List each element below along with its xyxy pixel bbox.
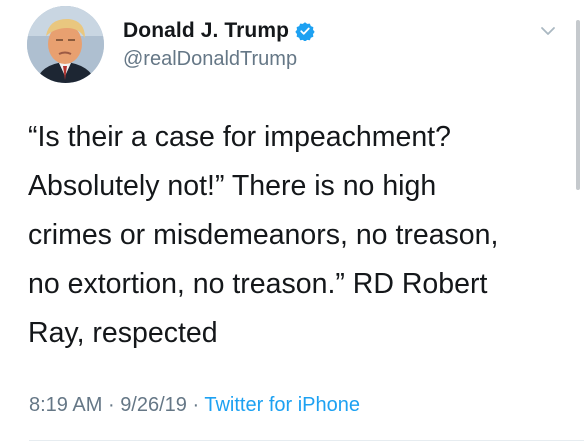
tweet-meta: 8:19 AM · 9/26/19 · Twitter for iPhone <box>29 394 360 417</box>
chevron-down-icon[interactable] <box>538 23 558 39</box>
avatar[interactable] <box>27 6 104 83</box>
user-handle[interactable]: @realDonaldTrump <box>123 48 315 71</box>
tweet-time[interactable]: 8:19 AM <box>29 394 102 416</box>
scrollbar[interactable] <box>576 20 580 190</box>
avatar-photo <box>27 6 104 83</box>
divider <box>29 440 584 441</box>
tweet-source-link[interactable]: Twitter for iPhone <box>204 394 360 416</box>
author-info: Donald J. Trump @realDonaldTrump <box>123 18 315 71</box>
tweet-text: “Is their a case for impeachment? Absolu… <box>28 121 499 349</box>
meta-separator: · <box>192 394 200 416</box>
display-name[interactable]: Donald J. Trump <box>123 19 289 43</box>
tweet-date[interactable]: 9/26/19 <box>120 394 187 416</box>
tweet-card: Donald J. Trump @realDonaldTrump “Is the… <box>0 0 584 442</box>
meta-separator: · <box>107 394 115 416</box>
verified-badge-icon <box>295 21 315 42</box>
display-name-row: Donald J. Trump <box>123 18 315 44</box>
